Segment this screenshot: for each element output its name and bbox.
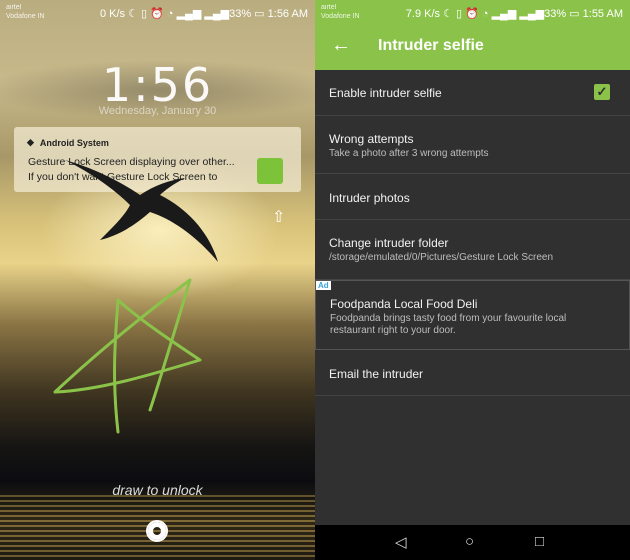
- status-bar: airtel Vodafone IN 7.9 K/s ☾ ▯ ⏰ ◔ ▂▄▆ ▂▄…: [315, 0, 630, 30]
- setting-enable-intruder-selfie[interactable]: Enable intruder selfie ✓: [315, 70, 630, 116]
- bird-silhouette: [65, 160, 218, 262]
- ad-title: Foodpanda Local Food Deli: [330, 297, 478, 311]
- home-circle-icon[interactable]: ○: [465, 533, 474, 550]
- setting-subtitle: /storage/emulated/0/Pictures/Gesture Loc…: [329, 252, 554, 263]
- status-time: 1:55 AM: [582, 8, 623, 20]
- net-speed: 7.9 K/s: [405, 8, 441, 20]
- setting-intruder-photos[interactable]: Intruder photos: [315, 174, 630, 220]
- checkbox-checked-icon[interactable]: ✓: [594, 84, 610, 100]
- setting-title: Email the intruder: [329, 367, 424, 381]
- lock-screen: airtel Vodafone IN 0 K/s ☾ ▯ ⏰ ◔ ▂▄▆ ▂▄▆3…: [0, 0, 315, 560]
- carrier-2: Vodafone IN: [321, 13, 360, 20]
- nav-bar: ◁ ○ □: [315, 525, 630, 560]
- fingerprint-icon[interactable]: [146, 520, 168, 542]
- page-title: Intruder selfie: [378, 37, 484, 54]
- status-right: 7.9 K/s ☾ ▯ ⏰ ◔ ▂▄▆ ▂▄▆33% ▭ 1:55 AM: [406, 7, 623, 20]
- setting-change-intruder-folder[interactable]: Change intruder folder /storage/emulated…: [315, 220, 630, 280]
- carrier-1: airtel: [321, 4, 337, 11]
- recents-square-icon[interactable]: □: [535, 533, 544, 550]
- ad-line-1: Foodpanda brings tasty food from your fa…: [330, 313, 567, 324]
- ad-line-2: restaurant right to your door.: [330, 325, 456, 336]
- status-icons: ☾ ▯ ⏰ ◔ ▂▄▆ ▂▄▆: [443, 8, 545, 20]
- unlock-hint: draw to unlock: [112, 482, 203, 498]
- setting-subtitle: Take a photo after 3 wrong attempts: [329, 148, 489, 159]
- battery: 33%: [544, 8, 567, 20]
- back-triangle-icon[interactable]: ◁: [395, 533, 407, 551]
- setting-title: Change intruder folder: [329, 236, 449, 250]
- settings-screen: airtel Vodafone IN 7.9 K/s ☾ ▯ ⏰ ◔ ▂▄▆ ▂▄…: [315, 0, 630, 560]
- setting-title: Enable intruder selfie: [329, 86, 442, 100]
- app-bar: airtel Vodafone IN 7.9 K/s ☾ ▯ ⏰ ◔ ▂▄▆ ▂▄…: [315, 0, 630, 70]
- setting-title: Intruder photos: [329, 191, 410, 205]
- setting-email-the-intruder[interactable]: Email the intruder: [315, 350, 630, 396]
- arrow-up-icon: ⇧: [272, 209, 286, 226]
- ad-tag: Ad: [316, 281, 331, 290]
- battery-icon: ▭: [569, 8, 580, 20]
- carrier: airtel Vodafone IN: [321, 3, 360, 21]
- gesture-path: [53, 278, 202, 434]
- setting-wrong-attempts[interactable]: Wrong attempts Take a photo after 3 wron…: [315, 116, 630, 174]
- back-arrow-icon[interactable]: ←: [331, 34, 351, 57]
- wallpaper-art: [53, 160, 218, 434]
- ad-banner[interactable]: Ad Foodpanda Local Food Deli Foodpanda b…: [315, 280, 630, 350]
- setting-title: Wrong attempts: [329, 132, 414, 146]
